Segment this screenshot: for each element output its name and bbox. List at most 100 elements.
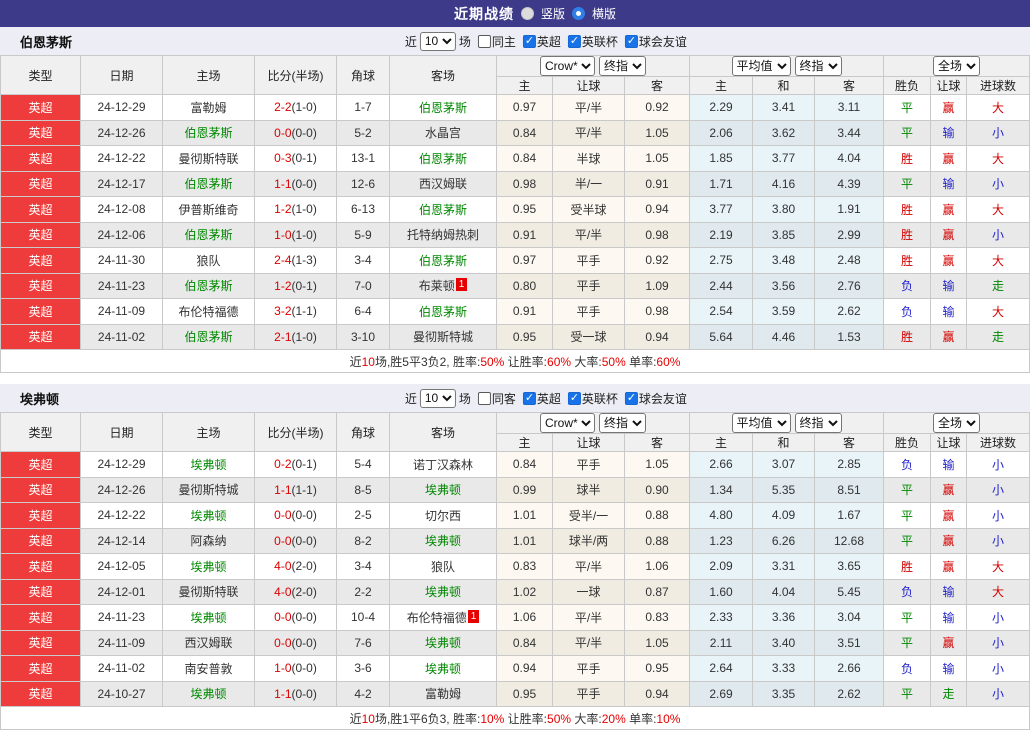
same-venue-label[interactable]: 同客 <box>492 390 516 407</box>
result-cell: 胜 <box>883 196 932 223</box>
same-venue-checkbox[interactable] <box>477 391 491 405</box>
result-cell: 小 <box>966 655 1030 682</box>
league-type-badge: 英超 <box>0 323 81 350</box>
results-table-bournemouth: 类型 日期 主场 比分(半场) 角球 客场 Crow* 终指 平均值 终指 全场 主… <box>0 55 1030 373</box>
average-select[interactable]: 平均值 <box>731 56 791 76</box>
match-score: 1-1(0-0) <box>254 170 337 197</box>
avg-odds-home: 4.80 <box>689 502 753 529</box>
col-goals-result: 进球数 <box>966 76 1030 95</box>
home-team: 狼队 <box>162 247 255 274</box>
result-cell: 小 <box>966 119 1030 146</box>
corner-score: 10-4 <box>336 604 390 631</box>
result-cell: 小 <box>966 604 1030 631</box>
result-cell: 胜 <box>883 323 932 350</box>
title-bar: 近期战绩 竖版 横版 <box>0 0 1030 27</box>
league-cup-label[interactable]: 英联杯 <box>582 390 618 407</box>
odds-time-select[interactable]: 终指 <box>599 56 646 76</box>
handicap-line: 受半球 <box>552 196 625 223</box>
result-cell: 平 <box>883 94 932 121</box>
league-friendly-checkbox[interactable] <box>624 34 638 48</box>
vertical-layout-label[interactable]: 竖版 <box>541 5 565 22</box>
away-team: 伯恩茅斯 <box>389 247 497 274</box>
league-cup-checkbox[interactable] <box>567 391 581 405</box>
result-cell: 赢 <box>930 196 968 223</box>
league-friendly-label[interactable]: 球会友谊 <box>639 33 687 50</box>
average-time-select[interactable]: 终指 <box>794 413 842 433</box>
col-wdl: 胜负 <box>883 433 932 452</box>
section-divider <box>0 373 1030 384</box>
home-team: 埃弗顿 <box>162 604 255 631</box>
horizontal-layout-label[interactable]: 横版 <box>592 5 616 22</box>
league-friendly-label[interactable]: 球会友谊 <box>639 390 687 407</box>
result-cell: 赢 <box>930 476 968 503</box>
avg-odds-draw: 3.56 <box>752 272 815 299</box>
home-team: 富勒姆 <box>162 94 255 121</box>
result-cell: 负 <box>883 578 932 605</box>
recent-count-select[interactable]: 10 <box>419 31 456 51</box>
handicap-odds-home: 0.97 <box>496 94 553 121</box>
result-cell: 赢 <box>930 247 968 274</box>
corner-score: 8-2 <box>336 527 390 554</box>
odds-source-select[interactable]: Crow* <box>540 56 595 76</box>
odds-time-select[interactable]: 终指 <box>599 413 646 433</box>
match-score: 4-0(2-0) <box>254 578 337 605</box>
away-team: 伯恩茅斯 <box>389 94 497 121</box>
league-type-badge: 英超 <box>0 527 81 554</box>
avg-odds-away: 1.91 <box>813 196 885 223</box>
handicap-line: 平手 <box>552 655 625 682</box>
odds-source-select[interactable]: Crow* <box>540 413 595 433</box>
league-type-badge: 英超 <box>0 247 81 274</box>
away-team: 埃弗顿 <box>389 476 497 503</box>
avg-odds-home: 5.64 <box>689 323 753 350</box>
handicap-odds-home: 0.91 <box>496 298 553 325</box>
corner-score: 8-5 <box>336 476 390 503</box>
same-venue-label[interactable]: 同主 <box>492 33 516 50</box>
avg-odds-away: 1.67 <box>813 502 885 529</box>
avg-odds-away: 4.04 <box>813 145 885 172</box>
handicap-line: 平/半 <box>552 629 625 656</box>
results-table-everton: 类型 日期 主场 比分(半场) 角球 客场 Crow* 终指 平均值 终指 全场 主… <box>0 412 1030 730</box>
same-venue-checkbox[interactable] <box>477 34 491 48</box>
average-select[interactable]: 平均值 <box>731 413 791 433</box>
result-cell: 输 <box>930 578 968 605</box>
fulltime-select[interactable]: 全场 <box>933 413 981 433</box>
handicap-odds-home: 1.02 <box>496 578 553 605</box>
handicap-line: 平手 <box>552 680 625 707</box>
corner-score: 3-6 <box>336 655 390 682</box>
result-cell: 大 <box>966 247 1030 274</box>
vertical-layout-radio[interactable] <box>520 7 534 20</box>
league-cup-checkbox[interactable] <box>567 34 581 48</box>
match-date: 24-12-14 <box>80 527 163 554</box>
corner-score: 5-9 <box>336 221 390 248</box>
recent-count-select[interactable]: 10 <box>419 388 456 408</box>
avg-odds-home: 2.11 <box>689 629 753 656</box>
league-epl-label[interactable]: 英超 <box>537 33 561 50</box>
handicap-odds-home: 0.98 <box>496 170 553 197</box>
col-avg-draw: 和 <box>752 433 815 452</box>
result-cell: 赢 <box>930 323 968 350</box>
handicap-odds-away: 1.06 <box>624 553 690 580</box>
col-avg-away: 客 <box>813 76 885 95</box>
league-friendly-checkbox[interactable] <box>624 391 638 405</box>
col-hcp-result: 让球 <box>930 76 968 95</box>
average-time-select[interactable]: 终指 <box>794 56 842 76</box>
horizontal-layout-radio[interactable] <box>572 7 585 20</box>
league-type-badge: 英超 <box>0 451 81 478</box>
league-epl-checkbox[interactable] <box>522 34 536 48</box>
avg-odds-away: 2.76 <box>813 272 885 299</box>
handicap-odds-away: 0.94 <box>624 323 690 350</box>
fulltime-select[interactable]: 全场 <box>933 56 981 76</box>
league-epl-label[interactable]: 英超 <box>537 390 561 407</box>
red-card-badge: 1 <box>455 278 468 292</box>
result-cell: 小 <box>966 476 1030 503</box>
avg-odds-away: 2.62 <box>813 298 885 325</box>
handicap-line: 平手 <box>552 272 625 299</box>
handicap-odds-away: 1.05 <box>624 629 690 656</box>
league-cup-label[interactable]: 英联杯 <box>582 33 618 50</box>
handicap-odds-away: 0.83 <box>624 604 690 631</box>
match-row: 英超 24-12-01 曼彻斯特联 4-0(2-0) 2-2 埃弗顿 1.02 一球 0.87 1… <box>0 578 1030 605</box>
match-score: 1-2(0-1) <box>254 272 337 299</box>
avg-odds-away: 2.99 <box>813 221 885 248</box>
league-epl-checkbox[interactable] <box>522 391 536 405</box>
avg-odds-draw: 3.85 <box>752 221 815 248</box>
